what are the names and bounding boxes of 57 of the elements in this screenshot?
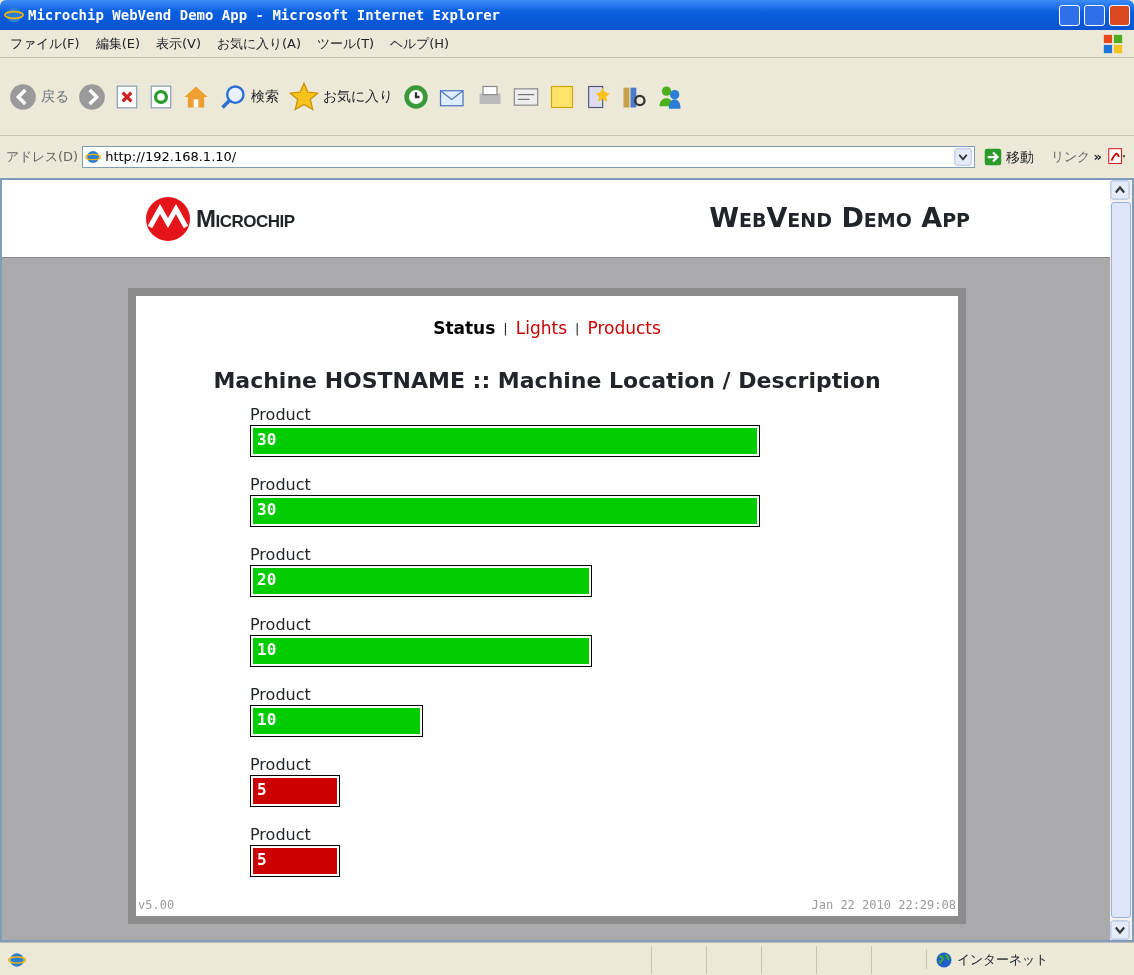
menu-item[interactable]: ヘルプ(H): [390, 33, 450, 54]
logo-text: Microchip: [196, 203, 295, 234]
magnifier-icon: [219, 82, 247, 111]
product-label: Product: [250, 754, 312, 775]
stock-count: 30: [257, 429, 277, 450]
nav-separator: |: [575, 320, 580, 338]
search-button[interactable]: 検索: [218, 81, 280, 112]
history-icon[interactable]: [402, 82, 430, 111]
product-label: Product: [250, 684, 312, 705]
stock-count: 10: [257, 709, 277, 730]
stock-count: 5: [257, 849, 267, 870]
chevron-button[interactable]: »: [1093, 147, 1102, 167]
maximize-button[interactable]: [1084, 4, 1105, 26]
timestamp-text: Jan 22 2010 22:29:08: [811, 897, 956, 914]
close-button[interactable]: [1109, 4, 1130, 26]
windows-logo-icon: [1102, 32, 1124, 55]
star-icon: [289, 81, 319, 112]
stop-icon[interactable]: [114, 83, 140, 110]
menu-item[interactable]: ツール(T): [317, 33, 375, 54]
product-label: Product: [250, 404, 312, 425]
logo-icon: [144, 194, 192, 243]
product-label: Product: [250, 824, 312, 845]
favorites-button[interactable]: お気に入り: [288, 80, 394, 113]
stock-count: 30: [257, 499, 277, 520]
stock-count: 5: [257, 779, 267, 800]
page-heading: Machine HOSTNAME :: Machine Location / Description: [212, 366, 882, 395]
nav-link[interactable]: Products: [587, 316, 661, 342]
scroll-up-icon[interactable]: [1110, 180, 1130, 200]
stock-count: 20: [257, 569, 277, 590]
address-field[interactable]: http://192.168.1.10/: [82, 146, 975, 168]
page-icon: [85, 149, 102, 165]
window-title: Microchip WebVend Demo App - Microsoft Internet Explorer: [28, 5, 501, 25]
menu-item[interactable]: 表示(V): [156, 33, 202, 54]
menu-item[interactable]: 編集(E): [95, 33, 140, 54]
go-arrow-icon: [983, 148, 1002, 166]
page-icon: [8, 950, 26, 969]
version-text: v5.00: [138, 897, 175, 914]
nav-separator: |: [503, 320, 508, 338]
scroll-down-icon[interactable]: [1110, 920, 1130, 940]
menu-item[interactable]: ファイル(F): [10, 33, 80, 54]
product-label: Product: [250, 544, 312, 565]
product-label: Product: [250, 614, 312, 635]
stock-count: 10: [257, 639, 277, 660]
back-button[interactable]: 戻る: [8, 81, 70, 112]
address-label: アドレス(D): [6, 148, 79, 167]
links-label[interactable]: リンク: [1050, 147, 1090, 167]
menu-item[interactable]: お気に入り(A): [217, 33, 302, 54]
globe-icon: [935, 950, 953, 969]
app-title: WebVend Demo App: [709, 201, 970, 236]
product-label: Product: [250, 474, 312, 495]
nav-link[interactable]: Status: [433, 316, 496, 342]
zone-text: インターネット: [957, 950, 1048, 969]
go-button[interactable]: 移動: [978, 145, 1039, 169]
minimize-button[interactable]: [1059, 4, 1080, 26]
browser-icon: [4, 5, 24, 25]
refresh-icon[interactable]: [148, 83, 174, 110]
nav-link[interactable]: Lights: [515, 316, 568, 342]
